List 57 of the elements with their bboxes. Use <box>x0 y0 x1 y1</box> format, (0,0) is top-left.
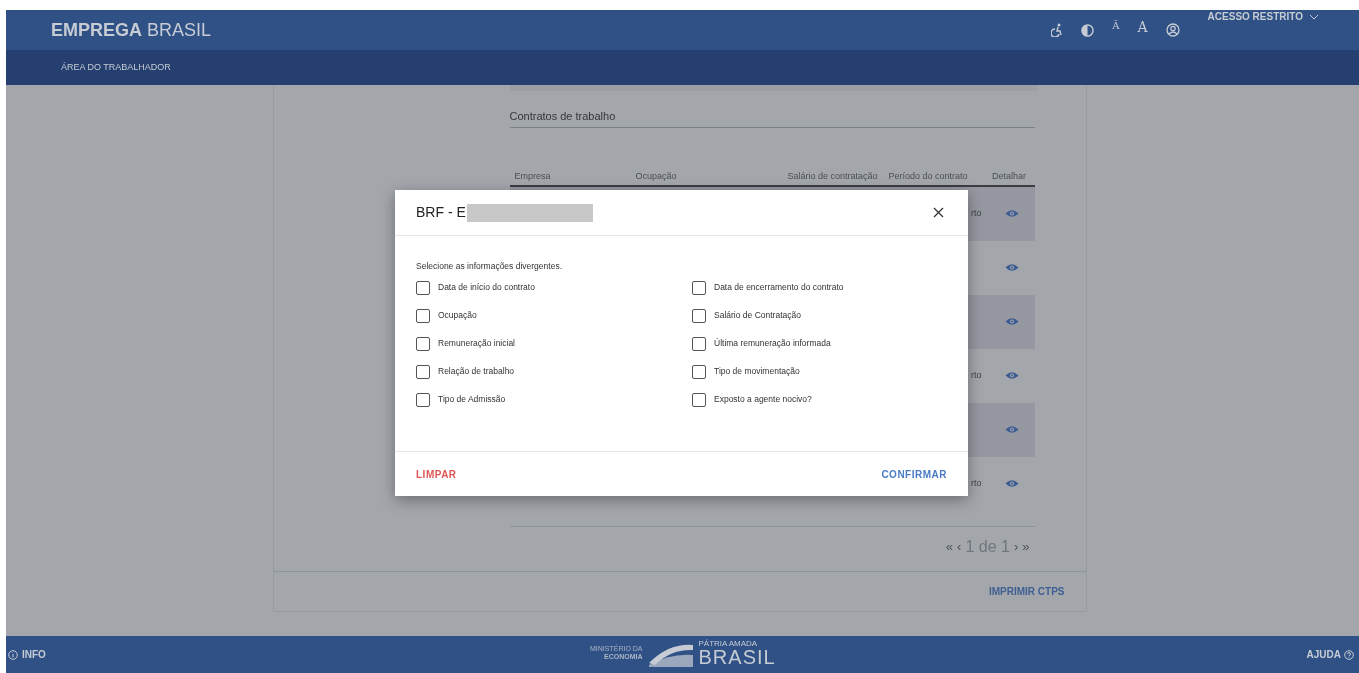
eye-icon[interactable] <box>1004 479 1019 488</box>
info-link[interactable]: INFO <box>8 647 46 662</box>
chevron-down-icon <box>1309 13 1319 20</box>
print-button[interactable]: IMPRIMIR CTPS <box>988 584 1065 599</box>
checkbox[interactable] <box>692 392 706 407</box>
checkbox-option[interactable]: Exposto a agente nocivo? <box>692 392 968 407</box>
table-cell-text: rto <box>971 476 982 490</box>
dialog-title: BRF - E <box>416 203 466 222</box>
font-size-button[interactable]: Ā <box>1112 21 1120 31</box>
checkbox[interactable] <box>692 280 706 295</box>
help-link[interactable]: AJUDA <box>1306 647 1354 662</box>
checkbox[interactable] <box>416 364 430 379</box>
checkbox-option[interactable]: Tipo de movimentação <box>692 364 968 379</box>
checkbox-option[interactable]: Ocupação <box>416 308 692 323</box>
checkbox-option[interactable]: Salário de Contratação <box>692 308 968 323</box>
user-icon[interactable] <box>1165 23 1180 37</box>
restricted-access-menu[interactable]: ACESSO RESTRITO <box>1207 9 1319 24</box>
checkbox[interactable] <box>416 392 430 407</box>
previous-page-button[interactable]: ‹ <box>957 536 962 557</box>
accessibility-icon[interactable] <box>1051 23 1064 37</box>
contrast-icon[interactable] <box>1081 23 1095 37</box>
column-header: Período do contrato <box>888 169 969 183</box>
table-cell-text: rto <box>971 368 982 382</box>
clear-button[interactable]: LIMPAR <box>416 466 457 482</box>
checkbox[interactable] <box>692 336 706 351</box>
checkbox[interactable] <box>416 308 430 323</box>
checkbox-option[interactable]: Tipo de Admissão <box>416 392 692 407</box>
instruction-text: Selecione as informações divergentes. <box>416 260 563 273</box>
checkbox[interactable] <box>692 308 706 323</box>
info-icon <box>8 649 18 660</box>
checkbox-option[interactable]: Relação de trabalho <box>416 364 692 379</box>
column-header: Ocupação <box>635 169 678 183</box>
section-title: Contratos de trabalho <box>509 108 1035 128</box>
country-text: BRASIL <box>698 647 776 667</box>
first-page-button[interactable]: « <box>945 536 954 557</box>
checkbox-option[interactable]: Remuneração inicial <box>416 336 692 351</box>
table-cell-text: rto <box>971 206 982 220</box>
next-page-button[interactable]: › <box>1013 536 1019 557</box>
help-icon <box>1344 649 1354 660</box>
font-size-button[interactable]: A <box>1137 20 1148 34</box>
column-header: Detalhar <box>991 169 1027 183</box>
checkbox[interactable] <box>692 364 706 379</box>
eye-icon[interactable] <box>1004 371 1019 380</box>
close-button[interactable] <box>933 207 944 218</box>
column-header: Empresa <box>513 169 552 183</box>
checkbox[interactable] <box>416 280 430 295</box>
checkbox-option[interactable]: Data de início do contrato <box>416 280 692 295</box>
checkbox-option[interactable]: Data de encerramento do contrato <box>692 280 968 295</box>
confirm-button[interactable]: CONFIRMAR <box>881 466 947 482</box>
checkbox-option[interactable]: Última remuneração informada <box>692 336 968 351</box>
checkbox[interactable] <box>416 336 430 351</box>
last-page-button[interactable]: » <box>1022 536 1030 557</box>
column-header: Salário de contratação <box>786 169 879 183</box>
eye-icon[interactable] <box>1004 263 1019 272</box>
brand-logo: EMPREGA BRASIL <box>51 18 212 42</box>
slogan-text: PÁTRIA AMADA <box>698 639 759 648</box>
nav-link[interactable]: ÁREA DO TRABALHADOR <box>61 60 171 75</box>
